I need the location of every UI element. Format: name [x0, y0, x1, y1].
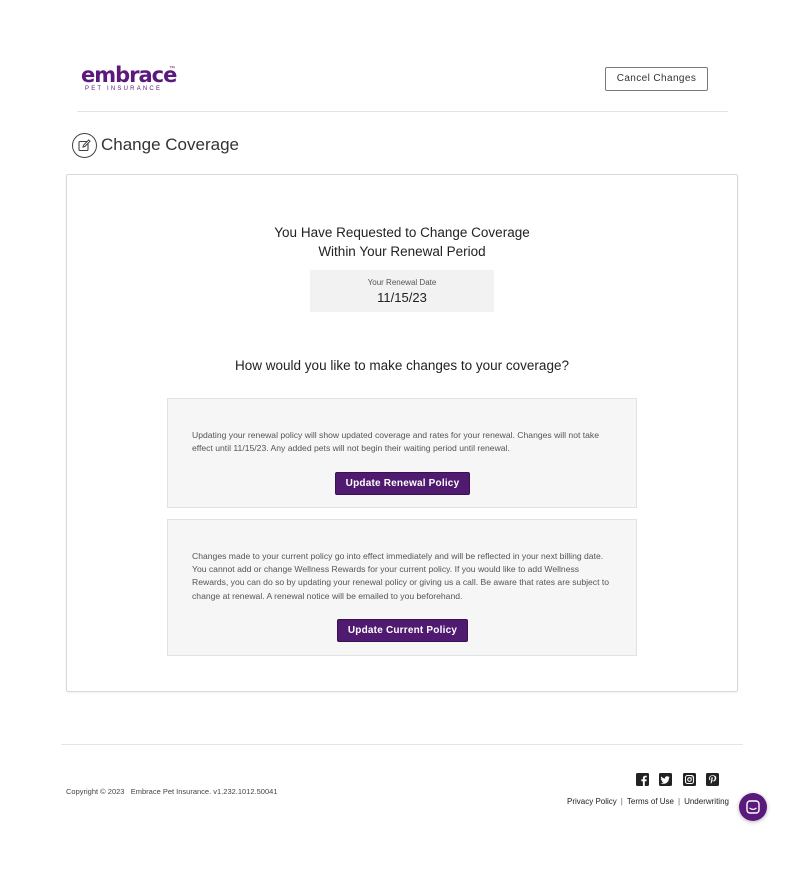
renewal-policy-description: Updating your renewal policy will show u… [192, 430, 599, 454]
logo-trademark: ™ [169, 66, 175, 72]
renewal-date-value: 11/15/23 [377, 290, 427, 305]
chat-launcher-button[interactable] [739, 793, 767, 821]
card-headline: You Have Requested to Change Coverage Wi… [274, 225, 530, 259]
terms-of-use-link[interactable]: Terms of Use [627, 797, 674, 806]
update-renewal-policy-button[interactable]: Update Renewal Policy [335, 472, 470, 495]
update-current-policy-button[interactable]: Update Current Policy [337, 619, 468, 642]
footer-separator: | [620, 797, 623, 806]
edit-icon [72, 133, 97, 158]
embrace-logo[interactable]: embrace ™ PET INSURANCE [81, 64, 181, 96]
current-policy-description: Changes made to your current policy go i… [192, 551, 610, 601]
renewal-date-label: Your Renewal Date [367, 278, 437, 287]
renewal-date-box: Your Renewal Date 11/15/23 [310, 270, 494, 312]
pinterest-icon[interactable] [706, 773, 719, 786]
change-coverage-card: You Have Requested to Change Coverage Wi… [66, 174, 738, 692]
chat-icon [746, 800, 760, 814]
instagram-icon[interactable] [683, 773, 696, 786]
footer-links: Privacy Policy | Terms of Use | Underwriting [567, 797, 729, 806]
cancel-changes-button[interactable]: Cancel Changes [605, 67, 708, 91]
privacy-policy-link[interactable]: Privacy Policy [567, 797, 617, 806]
underwriting-link[interactable]: Underwriting [684, 797, 729, 806]
footer-divider [61, 744, 743, 745]
header-divider [77, 111, 728, 112]
logo-subtitle: PET INSURANCE [85, 86, 163, 92]
coverage-question: How would you like to make changes to yo… [235, 358, 569, 373]
twitter-icon[interactable] [659, 773, 672, 786]
facebook-icon[interactable] [636, 773, 649, 786]
page-title: Change Coverage [101, 135, 239, 154]
renewal-policy-option: Updating your renewal policy will show u… [167, 398, 637, 508]
current-policy-option: Changes made to your current policy go i… [167, 519, 637, 656]
logo-wordmark: embrace [81, 63, 177, 87]
copyright-text: Copyright © 2023 Embrace Pet Insurance. … [66, 787, 278, 796]
footer-separator: | [678, 797, 681, 806]
